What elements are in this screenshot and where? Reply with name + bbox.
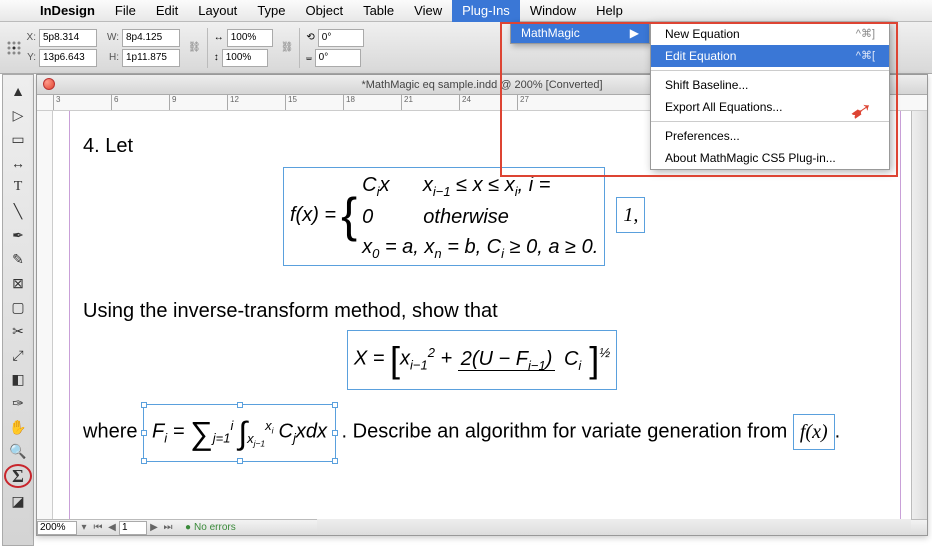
menu-separator	[651, 121, 889, 122]
menu-preferences[interactable]: Preferences...	[651, 125, 889, 147]
input-rotate[interactable]	[318, 29, 364, 47]
rectangle-tool[interactable]: ▢	[5, 296, 31, 318]
vertical-scrollbar[interactable]	[911, 111, 927, 519]
mathmagic-menu: New Equation ^⌘] Edit Equation ^⌘[ Shift…	[650, 22, 890, 170]
menu-about[interactable]: About MathMagic CS5 Plug-in...	[651, 147, 889, 169]
pen-tool[interactable]: ✒	[5, 224, 31, 246]
zoom-dropdown-icon[interactable]: ▾	[77, 522, 91, 533]
vertical-ruler	[37, 111, 53, 519]
menu-view[interactable]: View	[404, 0, 452, 22]
rotate-icon: ⟲	[306, 32, 314, 43]
menu-shift-baseline[interactable]: Shift Baseline...	[651, 74, 889, 96]
input-scale-y[interactable]	[222, 49, 268, 67]
page-next-button[interactable]: ▶	[147, 522, 161, 533]
body-text: where	[83, 421, 143, 443]
mathmagic-tool-icon[interactable]: Σ	[4, 464, 32, 488]
zoom-tool[interactable]: 🔍	[5, 440, 31, 462]
free-transform-tool[interactable]: ⤢	[5, 344, 31, 366]
menu-window[interactable]: Window	[520, 0, 586, 22]
input-h[interactable]	[122, 49, 180, 67]
body-text: . Describe an algorithm for variate gene…	[342, 421, 793, 443]
input-x[interactable]	[39, 29, 97, 47]
page-prev-button[interactable]: ◀	[105, 522, 119, 533]
page-field[interactable]	[119, 521, 147, 535]
scissors-tool[interactable]: ✂	[5, 320, 31, 342]
equation-frame-1b[interactable]: 1,	[616, 197, 645, 233]
window-close-button[interactable]	[43, 78, 55, 90]
menu-plugins[interactable]: Plug-Ins	[452, 0, 520, 22]
body-text: .	[835, 421, 841, 443]
shear-icon: ⧢	[306, 52, 311, 63]
status-bar: ▾ ⏮ ◀ ▶ ⏭ No errors	[37, 519, 927, 535]
menu-table[interactable]: Table	[353, 0, 404, 22]
selection-tool[interactable]: ▲	[5, 80, 31, 102]
menu-export-all[interactable]: Export All Equations...	[651, 96, 889, 118]
body-text: 4. Let	[83, 135, 133, 157]
input-w[interactable]	[122, 29, 180, 47]
label-w: W:	[105, 32, 119, 43]
eyedropper-tool[interactable]: ✑	[5, 392, 31, 414]
input-y[interactable]	[39, 49, 97, 67]
menu-object[interactable]: Object	[296, 0, 354, 22]
submenu-mathmagic[interactable]: MathMagic ▶	[511, 23, 649, 43]
zoom-field[interactable]	[37, 521, 77, 535]
label-x: X:	[22, 32, 36, 43]
gradient-tool[interactable]: ◧	[5, 368, 31, 390]
pencil-tool[interactable]: ✎	[5, 248, 31, 270]
menu-edit[interactable]: Edit	[146, 0, 188, 22]
app-menu[interactable]: InDesign	[30, 0, 105, 22]
document-canvas[interactable]: 4. Let f(x) = { Cix xi−1 ≤ x ≤ xi, i = 0	[53, 111, 911, 519]
direct-selection-tool[interactable]: ▷	[5, 104, 31, 126]
page-first-button[interactable]: ⏮	[91, 522, 105, 533]
label-y: Y:	[22, 52, 36, 63]
page-last-button[interactable]: ⏭	[161, 522, 175, 533]
gap-tool[interactable]: ↔	[5, 152, 31, 174]
link-scale-icon[interactable]: ⛓	[281, 42, 294, 53]
scale-y-icon: ↕	[214, 52, 219, 63]
rectangle-frame-tool[interactable]: ⊠	[5, 272, 31, 294]
system-menubar: InDesign File Edit Layout Type Object Ta…	[0, 0, 932, 22]
type-tool[interactable]: T	[5, 176, 31, 198]
line-tool[interactable]: ╲	[5, 200, 31, 222]
horizontal-scrollbar[interactable]	[317, 519, 911, 535]
hand-tool[interactable]: ✋	[5, 416, 31, 438]
fill-stroke-swatch[interactable]: ◪	[5, 490, 31, 512]
equation-frame-2[interactable]: X = [xi−12 + 2(U − Fi−1) Ci ]½	[347, 330, 617, 390]
document-title-text: *MathMagic eq sample.indd @ 200% [Conver…	[361, 79, 602, 91]
submenu-arrow-icon: ▶	[630, 26, 639, 40]
equation-frame-3-selected[interactable]: Fi = ∑j=1i ∫xj−1xi Cjxdx	[143, 404, 336, 462]
scale-x-icon: ↔	[214, 32, 224, 43]
menu-new-equation[interactable]: New Equation ^⌘]	[651, 23, 889, 45]
preflight-status[interactable]: No errors	[185, 522, 236, 533]
menu-file[interactable]: File	[105, 0, 146, 22]
label-h: H:	[105, 52, 119, 63]
menu-type[interactable]: Type	[247, 0, 295, 22]
text-frame[interactable]: 4. Let f(x) = { Cix xi−1 ≤ x ≤ xi, i = 0	[83, 131, 881, 462]
menu-help[interactable]: Help	[586, 0, 633, 22]
input-shear[interactable]	[315, 49, 361, 67]
equation-frame-fx[interactable]: f(x)	[793, 414, 835, 450]
plugins-submenu: MathMagic ▶	[510, 22, 650, 44]
link-wh-icon[interactable]: ⛓	[188, 42, 201, 53]
tool-panel: ▲ ▷ ▭ ↔ T ╲ ✒ ✎ ⊠ ▢ ✂ ⤢ ◧ ✑ ✋ 🔍 Σ ◪	[2, 74, 34, 546]
page-tool[interactable]: ▭	[5, 128, 31, 150]
menu-edit-equation[interactable]: Edit Equation ^⌘[	[651, 45, 889, 67]
reference-point-icon[interactable]	[6, 40, 22, 56]
input-scale-x[interactable]	[227, 29, 273, 47]
menu-layout[interactable]: Layout	[188, 0, 247, 22]
equation-frame-1[interactable]: f(x) = { Cix xi−1 ≤ x ≤ xi, i = 0 otherw…	[283, 167, 605, 266]
menu-separator	[651, 70, 889, 71]
body-text: Using the inverse-transform method, show…	[83, 300, 498, 322]
